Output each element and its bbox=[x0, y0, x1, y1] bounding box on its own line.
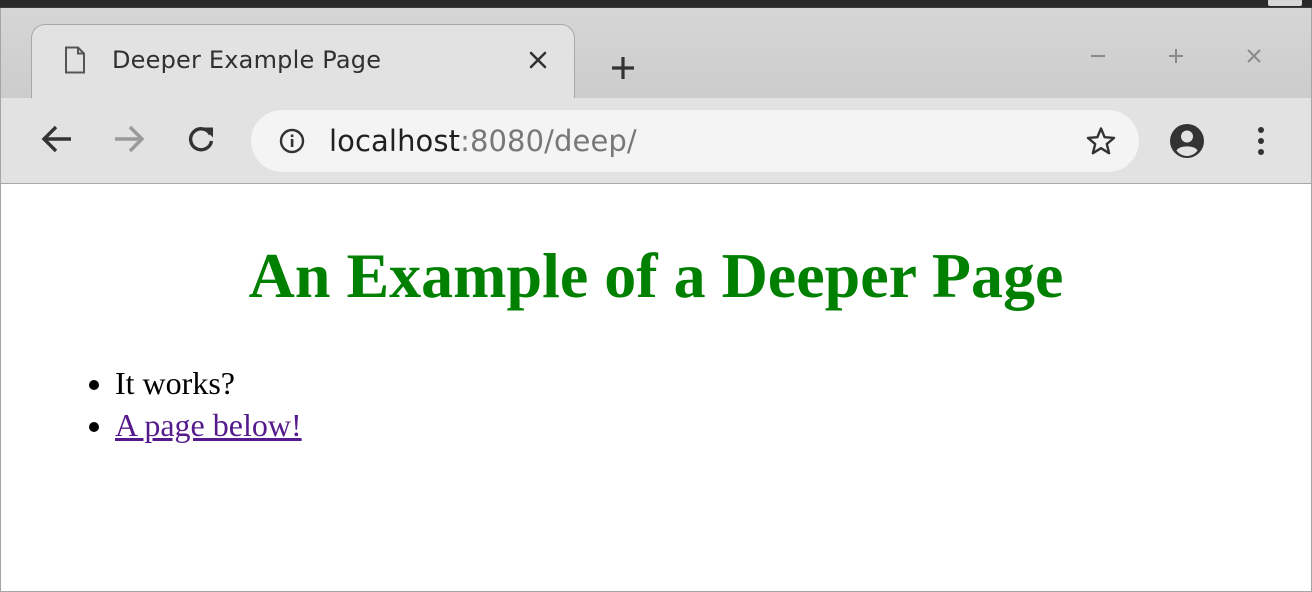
maximize-button[interactable] bbox=[1137, 36, 1215, 76]
reload-button[interactable] bbox=[177, 115, 225, 163]
maximize-icon bbox=[1167, 47, 1185, 65]
page-content: An Example of a Deeper Page It works? A … bbox=[1, 184, 1311, 591]
list-item: It works? bbox=[115, 362, 302, 404]
close-icon bbox=[1245, 47, 1263, 65]
info-icon[interactable] bbox=[279, 128, 305, 154]
account-icon bbox=[1169, 123, 1205, 159]
back-button[interactable] bbox=[33, 115, 81, 163]
title-bar: Deeper Example Page bbox=[1, 8, 1311, 106]
document-icon bbox=[64, 46, 86, 74]
reload-icon bbox=[186, 124, 216, 154]
url-host: localhost bbox=[329, 124, 461, 158]
new-tab-button[interactable] bbox=[601, 46, 645, 90]
minimize-button[interactable] bbox=[1059, 36, 1137, 76]
browser-window: Deeper Example Page localhost:8080/deep/… bbox=[0, 8, 1312, 592]
desktop-top-strip bbox=[0, 0, 1312, 8]
url-text[interactable]: localhost:8080/deep/ bbox=[329, 124, 1081, 158]
profile-button[interactable] bbox=[1163, 117, 1211, 165]
close-icon[interactable] bbox=[524, 46, 552, 74]
list-item-text: It works? bbox=[115, 365, 235, 401]
close-window-button[interactable] bbox=[1215, 36, 1293, 76]
bookmark-button[interactable] bbox=[1081, 121, 1121, 161]
navigation-toolbar: localhost:8080/deep/ bbox=[1, 98, 1311, 184]
item-list: It works? A page below! bbox=[115, 362, 302, 446]
minimize-icon bbox=[1089, 47, 1107, 65]
address-bar[interactable]: localhost:8080/deep/ bbox=[251, 110, 1139, 172]
page-heading: An Example of a Deeper Page bbox=[248, 240, 1064, 311]
vertical-ellipsis-icon bbox=[1257, 125, 1265, 157]
window-controls bbox=[1059, 36, 1293, 76]
page-below-link[interactable]: A page below! bbox=[115, 407, 302, 443]
forward-button[interactable] bbox=[105, 115, 153, 163]
arrow-right-icon bbox=[113, 125, 145, 153]
tab-deeper-example-page[interactable]: Deeper Example Page bbox=[31, 24, 575, 106]
plus-icon bbox=[610, 55, 636, 81]
star-icon bbox=[1086, 126, 1116, 156]
url-path: :8080/deep/ bbox=[460, 124, 637, 158]
menu-button[interactable] bbox=[1241, 117, 1281, 165]
arrow-left-icon bbox=[41, 125, 73, 153]
tab-title: Deeper Example Page bbox=[112, 45, 382, 74]
list-item: A page below! bbox=[115, 404, 302, 446]
